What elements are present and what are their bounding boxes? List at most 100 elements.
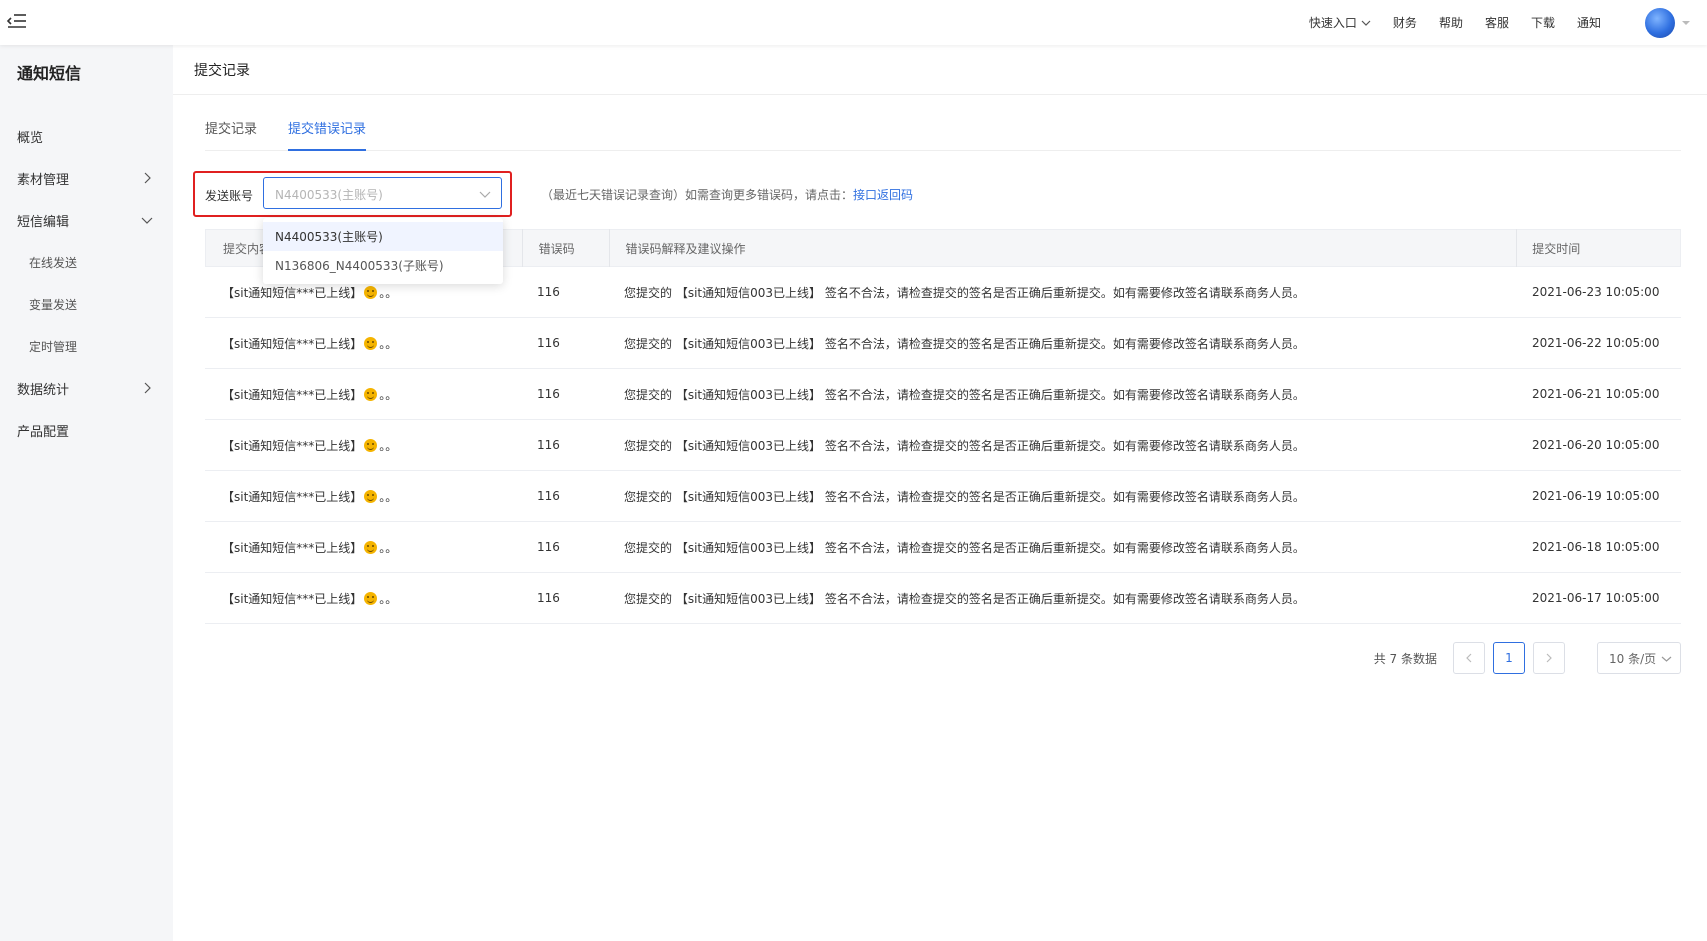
cell-time: 2021-06-21 10:05:00 bbox=[1532, 387, 1660, 401]
sidebar-item-label: 素材管理 bbox=[17, 172, 70, 188]
cell-code: 116 bbox=[537, 591, 560, 605]
page-title: 提交记录 bbox=[173, 45, 1707, 95]
chevron-down-icon bbox=[1661, 656, 1672, 662]
cell-code: 116 bbox=[537, 387, 560, 401]
sidebar-item-label: 变量发送 bbox=[29, 297, 78, 312]
avatar[interactable] bbox=[1645, 7, 1675, 38]
sidebar-item-statistics[interactable]: 数据统计 bbox=[0, 367, 173, 409]
caret-down-icon[interactable] bbox=[1681, 18, 1691, 28]
smiley-emoji-icon bbox=[364, 336, 378, 350]
sidebar-item-label: 定时管理 bbox=[29, 339, 78, 354]
page-number-button[interactable]: 1 bbox=[1493, 642, 1525, 674]
nav-help[interactable]: 帮助 bbox=[1439, 14, 1463, 31]
table-row: 【sit通知短信***已上线】 。。 116 您提交的 【sit通知短信003已上… bbox=[205, 369, 1681, 420]
cell-code: 116 bbox=[537, 438, 560, 452]
sidebar-item-product-config[interactable]: 产品配置 bbox=[0, 409, 173, 451]
cell-content: 【sit通知短信***已上线】 。。 bbox=[205, 284, 521, 301]
sidebar-item-schedule[interactable]: 定时管理 bbox=[0, 325, 173, 367]
content-text: 【sit通知短信***已上线】 bbox=[222, 336, 363, 351]
sidebar-item-label: 数据统计 bbox=[17, 382, 70, 398]
column-header-code: 错误码 bbox=[521, 229, 610, 267]
quick-entry-menu[interactable]: 快速入口 bbox=[1309, 14, 1371, 31]
chevron-down-icon bbox=[1361, 20, 1371, 26]
dropdown-option-sub-account[interactable]: N136806_N4400533(子账号) bbox=[263, 251, 503, 280]
nav-download[interactable]: 下载 bbox=[1531, 14, 1555, 31]
content-text: 【sit通知短信***已上线】 bbox=[222, 540, 363, 555]
content-text: 【sit通知短信***已上线】 bbox=[222, 387, 363, 402]
cell-desc: 您提交的 【sit通知短信003已上线】 签名不合法，请检查提交的签名是否正确后… bbox=[624, 489, 1305, 504]
chevron-right-icon bbox=[144, 172, 151, 184]
dropdown-option-main-account[interactable]: N4400533(主账号) bbox=[263, 222, 503, 251]
account-select-value: N4400533(主账号) bbox=[275, 188, 383, 202]
column-header-time: 提交时间 bbox=[1516, 229, 1680, 267]
tab-submit-records[interactable]: 提交记录 bbox=[205, 105, 257, 151]
prev-page-button[interactable] bbox=[1453, 642, 1485, 674]
cell-content: 【sit通知短信***已上线】 。。 bbox=[205, 539, 521, 556]
sidebar-item-label: 概览 bbox=[17, 130, 44, 146]
pagination: 共 7 条数据 1 10 条/页 bbox=[1374, 642, 1681, 674]
cell-time: 2021-06-20 10:05:00 bbox=[1532, 438, 1660, 452]
chevron-down-icon bbox=[479, 191, 491, 198]
cell-content: 【sit通知短信***已上线】 。。 bbox=[205, 437, 521, 454]
hint-text: （最近七天错误记录查询）如需查询更多错误码，请点击： bbox=[541, 188, 854, 202]
cell-code: 116 bbox=[537, 540, 560, 554]
sidebar-item-label: 短信编辑 bbox=[17, 214, 70, 230]
content-suffix: 。。 bbox=[379, 285, 398, 300]
cell-content: 【sit通知短信***已上线】 。。 bbox=[205, 590, 521, 607]
page-size-select[interactable]: 10 条/页 bbox=[1597, 642, 1681, 674]
quick-entry-label: 快速入口 bbox=[1308, 16, 1357, 30]
sidebar: 通知短信 概览 素材管理 短信编辑 在线发送 变量发送 定时管理 数据统计 产品… bbox=[0, 45, 173, 941]
smiley-emoji-icon bbox=[364, 540, 378, 554]
cell-code: 116 bbox=[537, 489, 560, 503]
content-suffix: 。。 bbox=[379, 489, 398, 504]
cell-code: 116 bbox=[537, 336, 560, 350]
nav-service[interactable]: 客服 bbox=[1485, 14, 1509, 31]
nav-notice[interactable]: 通知 bbox=[1577, 14, 1601, 31]
cell-content: 【sit通知短信***已上线】 。。 bbox=[205, 335, 521, 352]
smiley-emoji-icon bbox=[364, 285, 378, 299]
cell-desc: 您提交的 【sit通知短信003已上线】 签名不合法，请检查提交的签名是否正确后… bbox=[624, 387, 1305, 402]
smiley-emoji-icon bbox=[364, 489, 378, 503]
content-suffix: 。。 bbox=[379, 540, 398, 555]
cell-time: 2021-06-17 10:05:00 bbox=[1532, 591, 1660, 605]
top-nav: 快速入口 财务 帮助 客服 下载 通知 bbox=[1287, 0, 1691, 45]
sidebar-item-sms-edit[interactable]: 短信编辑 bbox=[0, 199, 173, 241]
next-page-button[interactable] bbox=[1533, 642, 1565, 674]
content-suffix: 。。 bbox=[379, 591, 398, 606]
column-header-desc: 错误码解释及建议操作 bbox=[609, 229, 1516, 267]
table-row: 【sit通知短信***已上线】 。。 116 您提交的 【sit通知短信003已上… bbox=[205, 573, 1681, 624]
cell-desc: 您提交的 【sit通知短信003已上线】 签名不合法，请检查提交的签名是否正确后… bbox=[624, 285, 1305, 300]
table-row: 【sit通知短信***已上线】 。。 116 您提交的 【sit通知短信003已上… bbox=[205, 471, 1681, 522]
account-dropdown: N4400533(主账号) N136806_N4400533(子账号) bbox=[263, 218, 503, 284]
cell-content: 【sit通知短信***已上线】 。。 bbox=[205, 386, 521, 403]
pagination-total: 共 7 条数据 bbox=[1373, 651, 1437, 666]
smiley-emoji-icon bbox=[364, 591, 378, 605]
table-row: 【sit通知短信***已上线】 。。 116 您提交的 【sit通知短信003已上… bbox=[205, 420, 1681, 471]
nav-finance[interactable]: 财务 bbox=[1393, 14, 1417, 31]
smiley-emoji-icon bbox=[364, 438, 378, 452]
tab-submit-error-records[interactable]: 提交错误记录 bbox=[288, 105, 367, 151]
content-text: 【sit通知短信***已上线】 bbox=[222, 438, 363, 453]
menu-fold-icon[interactable] bbox=[6, 10, 28, 32]
query-hint: （最近七天错误记录查询）如需查询更多错误码，请点击：接口返回码 bbox=[541, 186, 913, 203]
page-size-value: 10 条/页 bbox=[1609, 651, 1657, 666]
cell-content: 【sit通知短信***已上线】 。。 bbox=[205, 488, 521, 505]
content-suffix: 。。 bbox=[379, 438, 398, 453]
cell-time: 2021-06-18 10:05:00 bbox=[1532, 540, 1660, 554]
sidebar-item-variable-send[interactable]: 变量发送 bbox=[0, 283, 173, 325]
sidebar-item-label: 在线发送 bbox=[29, 255, 78, 270]
cell-desc: 您提交的 【sit通知短信003已上线】 签名不合法，请检查提交的签名是否正确后… bbox=[624, 540, 1305, 555]
account-select[interactable]: N4400533(主账号) bbox=[263, 177, 502, 209]
sidebar-item-overview[interactable]: 概览 bbox=[0, 115, 173, 157]
chevron-right-icon bbox=[144, 382, 151, 394]
main-content: 提交记录 提交记录 提交错误记录 发送账号 N4400533(主账号) （最近七… bbox=[173, 45, 1707, 941]
sidebar-item-materials[interactable]: 素材管理 bbox=[0, 157, 173, 199]
content-text: 【sit通知短信***已上线】 bbox=[222, 591, 363, 606]
cell-desc: 您提交的 【sit通知短信003已上线】 签名不合法，请检查提交的签名是否正确后… bbox=[624, 336, 1305, 351]
api-return-code-link[interactable]: 接口返回码 bbox=[853, 188, 913, 202]
top-bar: 快速入口 财务 帮助 客服 下载 通知 bbox=[0, 0, 1707, 45]
sidebar-item-label: 产品配置 bbox=[17, 424, 70, 440]
sidebar-item-online-send[interactable]: 在线发送 bbox=[0, 241, 173, 283]
smiley-emoji-icon bbox=[364, 387, 378, 401]
content-suffix: 。。 bbox=[379, 336, 398, 351]
